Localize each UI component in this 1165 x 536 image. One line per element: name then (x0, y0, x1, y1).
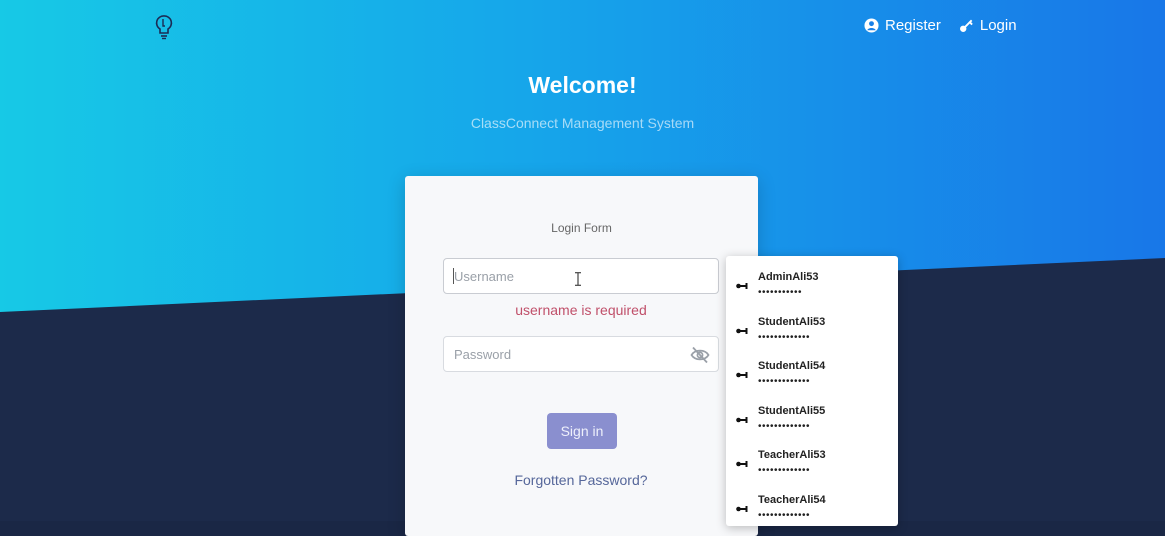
autofill-username: StudentAli55 (758, 405, 826, 417)
page-subtitle: ClassConnect Management System (470, 115, 695, 131)
key-icon (736, 328, 748, 334)
top-navigation: Register Login (864, 17, 1017, 34)
autofill-password-mask: ••••••••••••• (758, 421, 811, 432)
autofill-username: TeacherAli54 (758, 494, 826, 506)
key-icon (736, 417, 748, 423)
autofill-username: StudentAli53 (758, 316, 826, 328)
register-label: Register (885, 17, 941, 34)
login-form-title: Login Form (551, 221, 612, 235)
autofill-item[interactable]: StudentAli54 ••••••••••••• (726, 349, 898, 393)
autofill-password-mask: ••••••••••• (758, 287, 803, 298)
text-caret (453, 268, 454, 284)
key-icon (736, 372, 748, 378)
key-icon (959, 19, 973, 32)
autofill-item[interactable]: TeacherAli54 ••••••••••••• (726, 483, 898, 526)
lightbulb-icon[interactable] (154, 14, 174, 40)
login-link[interactable]: Login (959, 17, 1017, 34)
user-circle-icon (864, 18, 879, 33)
autofill-password-mask: ••••••••••••• (758, 465, 811, 476)
autofill-item[interactable]: StudentAli55 ••••••••••••• (726, 394, 898, 438)
autofill-item[interactable]: StudentAli53 ••••••••••••• (726, 305, 898, 349)
autofill-username: TeacherAli53 (758, 449, 826, 461)
autofill-username: StudentAli54 (758, 360, 826, 372)
page-title: Welcome! (528, 72, 637, 98)
key-icon (736, 283, 748, 289)
forgotten-password-link[interactable]: Forgotten Password? (443, 472, 719, 488)
register-link[interactable]: Register (864, 17, 941, 34)
login-label: Login (979, 17, 1017, 34)
autofill-item[interactable]: TeacherAli53 ••••••••••••• (726, 438, 898, 482)
autofill-username: AdminAli53 (758, 271, 819, 283)
password-input[interactable] (443, 336, 719, 372)
autofill-password-mask: ••••••••••••• (758, 510, 811, 521)
mouse-ibeam-cursor-icon (575, 272, 581, 286)
sign-in-button[interactable]: Sign in (547, 413, 617, 449)
autofill-password-mask: ••••••••••••• (758, 332, 811, 343)
eye-slash-icon[interactable] (690, 346, 710, 364)
key-icon (736, 506, 748, 512)
username-error-message: username is required (515, 302, 647, 318)
key-icon (736, 461, 748, 467)
autofill-item[interactable]: AdminAli53 ••••••••••• (726, 260, 898, 304)
credentials-autofill-dropdown: AdminAli53 ••••••••••• StudentAli53 ••••… (726, 256, 898, 526)
autofill-password-mask: ••••••••••••• (758, 376, 811, 387)
